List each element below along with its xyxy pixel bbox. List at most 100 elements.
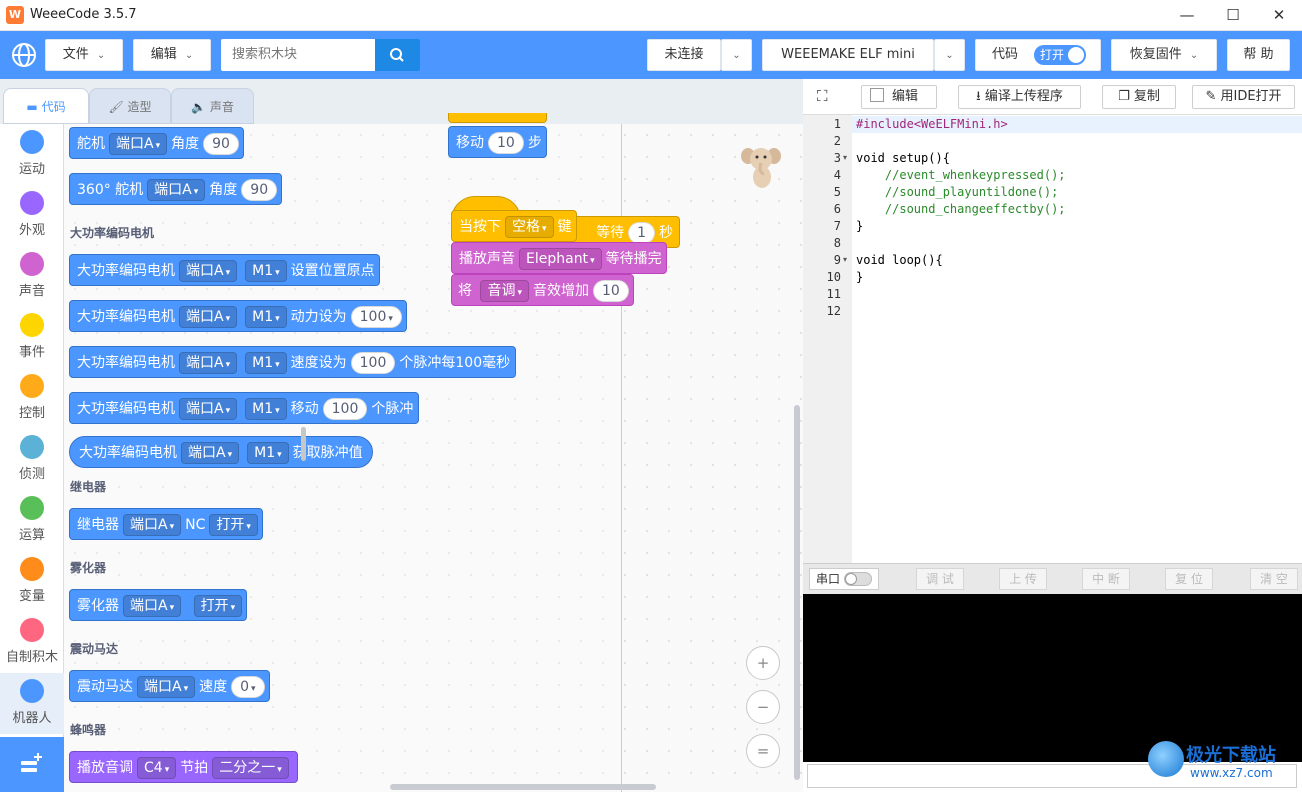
- block-play-tone[interactable]: 播放音调 C4 ▾ 节拍 二分之一 ▾: [69, 751, 299, 783]
- code-line[interactable]: //sound_changeeffectby();: [856, 202, 1066, 216]
- fullscreen-icon[interactable]: ⛶: [817, 87, 828, 105]
- script-block-play-sound[interactable]: 播放声音 Elephant ▾ 等待播完: [451, 242, 668, 274]
- code-line[interactable]: #include<WeELFMini.h>: [856, 117, 1008, 131]
- state-dropdown[interactable]: 打开 ▾: [193, 595, 243, 617]
- note-dropdown[interactable]: C4 ▾: [137, 757, 177, 779]
- vertical-scrollbar[interactable]: [794, 405, 800, 780]
- code-line[interactable]: //sound_playuntildone();: [856, 185, 1058, 199]
- category-looks[interactable]: 外观: [0, 185, 64, 246]
- file-menu[interactable]: 文件 ⌄: [45, 39, 123, 71]
- block-encoder-get-pulses[interactable]: 大功率编码电机 端口A ▾ M1 ▾ 获取脉冲值: [69, 436, 373, 468]
- block-search-input[interactable]: [221, 39, 375, 71]
- device-select-button[interactable]: WEEEMAKE ELF mini: [762, 39, 934, 71]
- port-dropdown[interactable]: 端口A ▾: [109, 133, 168, 155]
- port-dropdown[interactable]: 端口A ▾: [137, 676, 196, 698]
- port-dropdown[interactable]: 端口A ▾: [179, 260, 238, 282]
- script-block-change-effect[interactable]: 将 音调 ▾ 音效增加 10: [451, 274, 634, 306]
- block-encoder-move[interactable]: 大功率编码电机 端口A ▾ M1 ▾ 移动 100 个脉冲: [69, 392, 419, 424]
- category-sensing[interactable]: 侦测: [0, 429, 64, 490]
- motor-dropdown[interactable]: M1 ▾: [245, 306, 287, 328]
- tab-costume[interactable]: 🖌 造型: [89, 88, 171, 124]
- block-atomizer[interactable]: 雾化器 端口A ▾ 打开 ▾: [69, 589, 248, 621]
- serial-switch[interactable]: [844, 572, 872, 586]
- motor-dropdown[interactable]: M1 ▾: [245, 260, 287, 282]
- connection-dropdown[interactable]: ⌄: [721, 39, 752, 71]
- category-operators[interactable]: 运算: [0, 490, 64, 551]
- palette-scrollbar[interactable]: [301, 427, 306, 461]
- open-ide-button[interactable]: ✎ 用IDE打开: [1192, 85, 1295, 109]
- port-dropdown[interactable]: 端口A ▾: [123, 514, 182, 536]
- close-button[interactable]: ✕: [1256, 0, 1302, 31]
- number-input[interactable]: 1: [628, 222, 655, 244]
- category-my-blocks[interactable]: 自制积木: [0, 612, 64, 673]
- port-dropdown[interactable]: 端口A ▾: [123, 595, 182, 617]
- code-line[interactable]: }: [856, 219, 863, 233]
- code-line[interactable]: void setup(){: [856, 151, 950, 165]
- state-dropdown[interactable]: 打开 ▾: [209, 514, 258, 536]
- category-events[interactable]: 事件: [0, 307, 64, 368]
- script-block-move[interactable]: 移动 10 步: [448, 126, 548, 158]
- serial-upload-button[interactable]: 上 传: [999, 568, 1047, 590]
- number-input[interactable]: 100: [322, 398, 368, 420]
- category-motion[interactable]: 运动: [0, 124, 64, 185]
- port-dropdown[interactable]: 端口A ▾: [147, 179, 206, 201]
- interrupt-button[interactable]: 中 断: [1082, 568, 1130, 590]
- port-dropdown[interactable]: 端口A ▾: [179, 398, 238, 420]
- checkbox[interactable]: [870, 88, 884, 102]
- tab-code[interactable]: ▬ 代码: [3, 88, 89, 124]
- device-dropdown[interactable]: ⌄: [934, 39, 965, 71]
- code-line[interactable]: //event_whenkeypressed();: [856, 168, 1066, 182]
- reset-button[interactable]: 复 位: [1165, 568, 1213, 590]
- serial-toggle[interactable]: 串口: [809, 568, 879, 590]
- zoom-out-button[interactable]: −: [746, 690, 780, 724]
- port-dropdown[interactable]: 端口A ▾: [181, 442, 240, 464]
- edit-code-toggle[interactable]: 编辑: [861, 85, 937, 109]
- block-encoder-set-power[interactable]: 大功率编码电机 端口A ▾ M1 ▾ 动力设为 100 ▾: [69, 300, 407, 332]
- category-robot[interactable]: 机器人: [0, 673, 64, 734]
- block-servo[interactable]: 舵机 端口A ▾ 角度 90: [69, 127, 244, 159]
- code-line[interactable]: void loop(){: [856, 253, 943, 267]
- edit-menu[interactable]: 编辑 ⌄: [133, 39, 211, 71]
- category-variables[interactable]: 变量: [0, 551, 64, 612]
- help-button[interactable]: 帮 助: [1227, 39, 1290, 71]
- motor-dropdown[interactable]: M1 ▾: [245, 398, 287, 420]
- number-input[interactable]: 90: [203, 133, 239, 155]
- speed-dropdown[interactable]: 0 ▾: [231, 676, 265, 698]
- code-toggle-switch[interactable]: 打开: [1034, 45, 1086, 65]
- script-hat-when-key-pressed[interactable]: 当按下 空格 ▾ 键: [451, 210, 577, 242]
- minimize-button[interactable]: —: [1164, 0, 1210, 31]
- debug-button[interactable]: 调 试: [916, 568, 964, 590]
- horizontal-scrollbar[interactable]: [390, 784, 656, 790]
- language-globe-icon[interactable]: [10, 41, 38, 69]
- fold-arrow-icon[interactable]: ▾: [843, 153, 847, 162]
- motor-dropdown[interactable]: M1 ▾: [245, 352, 287, 374]
- maximize-button[interactable]: ☐: [1210, 0, 1256, 31]
- power-dropdown[interactable]: 100 ▾: [350, 306, 402, 328]
- copy-button[interactable]: ❐ 复制: [1102, 85, 1176, 109]
- code-line[interactable]: }: [856, 270, 863, 284]
- connection-status-button[interactable]: 未连接: [647, 39, 721, 71]
- number-input[interactable]: 90: [241, 179, 278, 201]
- port-dropdown[interactable]: 端口A ▾: [179, 352, 238, 374]
- beat-dropdown[interactable]: 二分之一 ▾: [212, 757, 289, 779]
- key-dropdown[interactable]: 空格 ▾: [505, 216, 554, 238]
- search-button[interactable]: [375, 39, 420, 71]
- block-encoder-set-speed[interactable]: 大功率编码电机 端口A ▾ M1 ▾ 速度设为 100 个脉冲每100毫秒: [69, 346, 516, 378]
- category-sound[interactable]: 声音: [0, 246, 64, 307]
- motor-dropdown[interactable]: M1 ▾: [247, 442, 289, 464]
- tab-sound[interactable]: 🔈 声音: [171, 88, 254, 124]
- block-servo-360[interactable]: 360° 舵机 端口A ▾ 角度 90: [69, 173, 283, 205]
- serial-terminal[interactable]: [803, 594, 1302, 762]
- port-dropdown[interactable]: 端口A ▾: [179, 306, 238, 328]
- clear-button[interactable]: 清 空: [1250, 568, 1298, 590]
- zoom-in-button[interactable]: +: [746, 646, 780, 680]
- category-control[interactable]: 控制: [0, 368, 64, 429]
- number-input[interactable]: 10: [488, 132, 524, 154]
- effect-dropdown[interactable]: 音调 ▾: [480, 280, 529, 302]
- number-input[interactable]: 100: [350, 352, 396, 374]
- sound-dropdown[interactable]: Elephant ▾: [519, 248, 602, 270]
- block-relay[interactable]: 继电器 端口A ▾ NC 打开 ▾: [69, 508, 263, 540]
- zoom-reset-button[interactable]: =: [746, 734, 780, 768]
- fold-arrow-icon[interactable]: ▾: [843, 255, 847, 264]
- block-encoder-set-origin[interactable]: 大功率编码电机 端口A ▾ M1 ▾ 设置位置原点: [69, 254, 381, 286]
